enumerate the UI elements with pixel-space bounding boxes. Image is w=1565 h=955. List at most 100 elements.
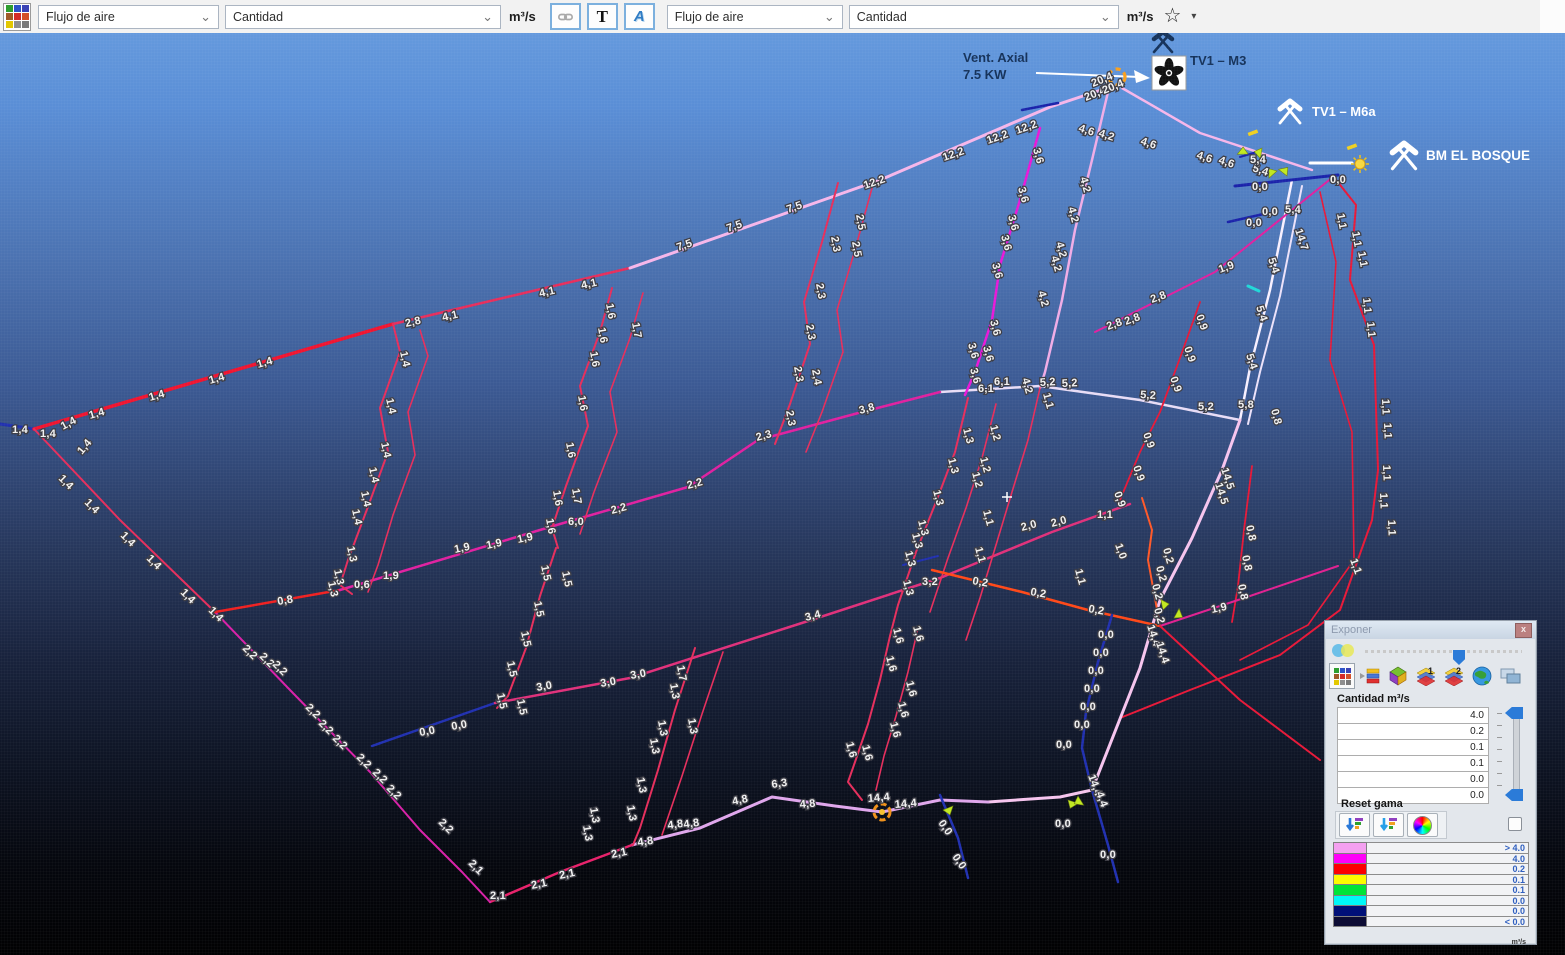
range-value-input[interactable]: 0.1 [1337, 755, 1489, 772]
toolbar-spacer [1540, 0, 1565, 33]
airflow-value-label: 1,6 [910, 625, 926, 643]
airflow-select-1[interactable]: Flujo de aire ⌄ [38, 5, 219, 29]
airflow-value-label: 1,5 [514, 698, 529, 716]
airflow-value-label: 0,2 [1149, 583, 1165, 601]
airflow-value-label: 2,5 [849, 240, 864, 258]
range-value-input[interactable]: 0.2 [1337, 723, 1489, 740]
transparency-slider[interactable] [1365, 650, 1522, 653]
airflow-value-label: 2,1 [466, 858, 486, 878]
airflow-value-label: 6,1 [994, 376, 1010, 388]
airflow-select-2[interactable]: Flujo de aire ⌄ [667, 5, 843, 29]
airflow-value-label: 1,4 [82, 497, 102, 517]
airway-segment[interactable] [1240, 192, 1354, 660]
airflow-value-label: 1,3 [580, 824, 595, 842]
color-wheel-button[interactable] [1407, 813, 1438, 837]
range-slider[interactable] [1513, 709, 1520, 801]
airway-segment[interactable] [932, 570, 1160, 626]
airflow-value-label: 1,6 [859, 744, 875, 762]
tab-layers-2[interactable]: 2 [1441, 663, 1467, 689]
airflow-value-label: 4,2 [1065, 206, 1081, 224]
tv1-m3-label: TV1 – M3 [1190, 53, 1246, 68]
screens-icon [1499, 667, 1521, 685]
airflow-value-label: 0,2 [1087, 603, 1105, 618]
ranges-icon [1359, 667, 1381, 685]
airflow-value-label: 0,0 [1252, 181, 1268, 193]
airway-segment[interactable] [340, 392, 940, 590]
airflow-value-label: 2,2 [610, 501, 628, 517]
airflow-value-label: 6,3 [771, 777, 788, 791]
airflow-value-label: 1,1 [1072, 568, 1088, 586]
airflow-value-label: 0,8 [1239, 554, 1254, 572]
airflow-value-label: 1,1 [972, 546, 988, 564]
airway-segment[interactable] [966, 388, 1040, 640]
font-icon: A [634, 8, 645, 25]
chevron-down-icon: ⌄ [1100, 12, 1111, 22]
airway-segment[interactable] [1122, 88, 1312, 170]
airflow-value-label: 2,2 [354, 752, 374, 772]
airflow-value-label: 1,3 [667, 682, 682, 700]
fan-station-icon[interactable] [1152, 33, 1186, 90]
legend-swatch[interactable] [1333, 916, 1367, 928]
airflow-value-label: 1,3 [634, 776, 649, 794]
range-value-input[interactable]: 0.1 [1337, 739, 1489, 756]
font-style-button[interactable]: A [624, 3, 655, 30]
airflow-value-label: 1,1 [1379, 399, 1392, 415]
airflow-value-label: 0,0 [450, 718, 468, 733]
airflow-value-label: 2,1 [558, 867, 576, 882]
airflow-value-label: 4,1 [441, 309, 459, 324]
quantity-select-1[interactable]: Cantidad ⌄ [225, 5, 501, 29]
airflow-value-label: 3,6 [980, 345, 996, 363]
quantity-select-2[interactable]: Cantidad ⌄ [849, 5, 1119, 29]
tab-layers-1[interactable]: 1 [1413, 663, 1439, 689]
airway-segment[interactable] [662, 652, 723, 835]
airway-segment[interactable] [1142, 498, 1160, 626]
tab-globe[interactable] [1469, 663, 1495, 689]
gradient-sort-button-2[interactable] [1373, 813, 1404, 837]
airflow-value-label: 2,2 [240, 643, 260, 663]
airflow-value-label: 1,6 [575, 394, 590, 412]
airflow-value-label: 4,1 [538, 285, 556, 300]
airflow-value-label: 3,6 [998, 234, 1014, 252]
airway-segment[interactable] [368, 330, 428, 592]
airflow-value-label: 4,8 [637, 835, 654, 849]
tab-colors[interactable] [1329, 663, 1355, 689]
airway-segment[interactable] [890, 398, 968, 636]
close-icon[interactable]: x [1515, 623, 1532, 638]
airway-segment[interactable] [34, 429, 215, 612]
airway-segment[interactable] [775, 183, 838, 444]
airflow-value-label: 0,0 [418, 724, 436, 739]
airway-segment[interactable] [1248, 286, 1259, 291]
blend-icon [1332, 644, 1358, 658]
airflow-value-label: 0,6 [354, 579, 370, 591]
airflow-value-label: 3,0 [599, 675, 617, 690]
link-scales-button[interactable] [550, 3, 581, 30]
airflow-value-label: 0,8 [1268, 408, 1284, 426]
range-slider-handle-bottom[interactable] [1505, 789, 1523, 801]
section-label: Cantidad m³/s [1337, 693, 1410, 705]
airflow-value-label: 1,5 [559, 570, 574, 588]
airflow-value-label: 1,1 [1355, 250, 1370, 268]
range-value-input[interactable]: 0.0 [1337, 771, 1489, 788]
tab-ranges[interactable] [1357, 663, 1383, 689]
airflow-value-label: 1,4 [378, 441, 393, 460]
tab-cube[interactable] [1385, 663, 1411, 689]
range-checkbox[interactable] [1508, 817, 1522, 831]
panel-header[interactable]: Exponer x [1325, 621, 1536, 639]
dropdown-caret-icon[interactable]: ▾ [1191, 11, 1196, 22]
airflow-value-label: 1,9 [1217, 259, 1236, 276]
airway-segment[interactable] [848, 636, 890, 800]
range-slider-handle-top[interactable] [1505, 707, 1523, 719]
range-value-input[interactable]: 4.0 [1337, 707, 1489, 724]
display-manager-button[interactable] [3, 3, 31, 31]
airway-segment[interactable] [1095, 177, 1333, 332]
text-labels-button[interactable]: T [587, 3, 618, 30]
airflow-value-label: 2,3 [803, 323, 818, 341]
airway-segment[interactable] [495, 504, 1130, 703]
airflow-value-label: 7,5 [725, 218, 744, 235]
tab-screens[interactable] [1497, 663, 1523, 689]
airflow-value-label: 2,4 [809, 368, 824, 386]
favorite-star-icon[interactable]: ☆ [1163, 3, 1181, 28]
airflow-value-label: 5,2 [1040, 376, 1057, 389]
airflow-value-label: 2,8 [1123, 311, 1142, 328]
gradient-sort-button-1[interactable] [1339, 813, 1370, 837]
